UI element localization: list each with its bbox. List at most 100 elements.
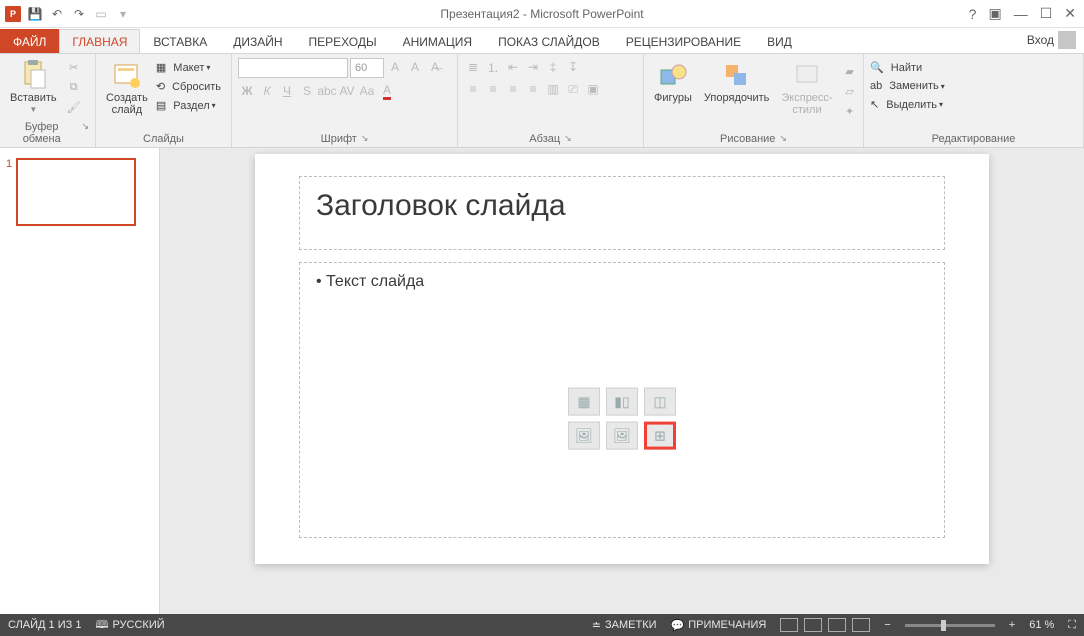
replace-button[interactable]: ab Заменить ▾	[870, 79, 945, 93]
font-color-icon[interactable]: A	[378, 82, 396, 100]
language-button[interactable]: 🕮РУССКИЙ	[95, 616, 164, 635]
char-spacing-icon[interactable]: AV	[338, 82, 356, 100]
redo-icon[interactable]: ↷	[70, 5, 88, 23]
tab-animations[interactable]: АНИМАЦИЯ	[390, 29, 485, 53]
ribbon-options-icon[interactable]: ▣	[988, 5, 1001, 22]
thumbnail-pane[interactable]: 1	[0, 148, 160, 614]
shapes-icon	[658, 60, 688, 90]
tab-design[interactable]: ДИЗАЙН	[220, 29, 295, 53]
italic-icon[interactable]: К	[258, 82, 276, 100]
maximize-icon[interactable]: ☐	[1040, 5, 1053, 22]
align-text-icon[interactable]: ⎚	[564, 80, 582, 98]
thumbnail-preview[interactable]	[16, 158, 136, 226]
zoom-level[interactable]: 61 %	[1029, 619, 1054, 631]
shadow-icon[interactable]: abc	[318, 82, 336, 100]
reading-view-icon[interactable]	[828, 618, 846, 632]
insert-picture-icon[interactable]: 🖼	[568, 422, 600, 450]
minimize-icon[interactable]: —	[1014, 6, 1028, 22]
drawing-launcher-icon[interactable]: ↘	[779, 133, 787, 145]
qat-more-icon[interactable]: ▾	[114, 5, 132, 23]
normal-view-icon[interactable]	[780, 618, 798, 632]
increase-indent-icon[interactable]: ⇥	[524, 58, 542, 76]
change-case-icon[interactable]: Aa	[358, 82, 376, 100]
align-right-icon[interactable]: ≡	[504, 80, 522, 98]
align-center-icon[interactable]: ≡	[484, 80, 502, 98]
undo-icon[interactable]: ↶	[48, 5, 66, 23]
insert-smartart-icon[interactable]: ◫	[644, 388, 676, 416]
paste-button[interactable]: Вставить ▼	[6, 58, 61, 117]
quick-styles-button[interactable]: Экспресс- стили	[777, 58, 836, 118]
format-painter-icon[interactable]: 🖌	[65, 98, 83, 116]
help-icon[interactable]: ?	[969, 6, 977, 22]
insert-video-icon[interactable]: ⊞	[644, 422, 676, 450]
numbering-icon[interactable]: ⒈	[484, 58, 502, 76]
title-placeholder[interactable]: Заголовок слайда	[299, 176, 945, 250]
bullets-icon[interactable]: ≣	[464, 58, 482, 76]
font-size-combo[interactable]: 60	[350, 58, 384, 78]
section-icon: ▤	[156, 99, 166, 112]
shape-effects-icon[interactable]: ✦	[841, 102, 859, 120]
slide-canvas-area[interactable]: Заголовок слайда • Текст слайда ▦ ▮▯ ◫ 🖼…	[160, 148, 1084, 614]
decrease-font-icon[interactable]: A	[406, 58, 424, 76]
strikethrough-icon[interactable]: S	[298, 82, 316, 100]
text-direction-icon[interactable]: ↧	[564, 58, 582, 76]
slide[interactable]: Заголовок слайда • Текст слайда ▦ ▮▯ ◫ 🖼…	[255, 154, 989, 564]
group-editing: 🔍 Найти ab Заменить ▾ ↖ Выделить ▾ Редак…	[864, 54, 1084, 147]
status-bar: СЛАЙД 1 ИЗ 1 🕮РУССКИЙ ≐ЗАМЕТКИ 💬ПРИМЕЧАН…	[0, 614, 1084, 636]
reset-button[interactable]: ⟲ Сбросить	[156, 79, 221, 94]
new-slide-button[interactable]: Создать слайд	[102, 58, 152, 118]
section-button[interactable]: ▤ Раздел ▾	[156, 98, 221, 113]
save-icon[interactable]: 💾	[26, 5, 44, 23]
justify-icon[interactable]: ≡	[524, 80, 542, 98]
slide-counter[interactable]: СЛАЙД 1 ИЗ 1	[8, 619, 81, 631]
slide-sorter-view-icon[interactable]	[804, 618, 822, 632]
font-family-combo[interactable]	[238, 58, 348, 78]
new-slide-icon	[112, 60, 142, 90]
slideshow-view-icon[interactable]	[852, 618, 870, 632]
zoom-in-icon[interactable]: +	[1009, 619, 1015, 631]
clipboard-launcher-icon[interactable]: ↘	[81, 121, 89, 145]
select-button[interactable]: ↖ Выделить ▾	[870, 97, 945, 112]
start-from-beginning-icon[interactable]: ▭	[92, 5, 110, 23]
tab-insert[interactable]: ВСТАВКА	[140, 29, 220, 53]
thumbnail-item[interactable]: 1	[6, 158, 153, 226]
decrease-indent-icon[interactable]: ⇤	[504, 58, 522, 76]
tab-transitions[interactable]: ПЕРЕХОДЫ	[296, 29, 390, 53]
find-button[interactable]: 🔍 Найти	[870, 60, 945, 75]
cut-icon[interactable]: ✂	[65, 58, 83, 76]
line-spacing-icon[interactable]: ‡	[544, 58, 562, 76]
paste-icon	[18, 60, 48, 90]
tab-home[interactable]: ГЛАВНАЯ	[59, 29, 140, 53]
clear-format-icon[interactable]: A̶	[426, 58, 444, 76]
bold-icon[interactable]: Ж	[238, 82, 256, 100]
smartart-icon[interactable]: ▣	[584, 80, 602, 98]
zoom-out-icon[interactable]: −	[884, 619, 890, 631]
fit-window-icon[interactable]: ⛶	[1068, 619, 1076, 632]
align-left-icon[interactable]: ≡	[464, 80, 482, 98]
increase-font-icon[interactable]: A	[386, 58, 404, 76]
user-icon	[1058, 31, 1076, 49]
comments-button[interactable]: 💬ПРИМЕЧАНИЯ	[671, 619, 767, 632]
insert-online-picture-icon[interactable]: 🖼	[606, 422, 638, 450]
insert-chart-icon[interactable]: ▮▯	[606, 388, 638, 416]
shape-outline-icon[interactable]: ▱	[841, 82, 859, 100]
body-placeholder[interactable]: • Текст слайда ▦ ▮▯ ◫ 🖼 🖼 ⊞	[299, 262, 945, 538]
tab-view[interactable]: ВИД	[754, 29, 805, 53]
sign-in[interactable]: Вход	[1019, 27, 1084, 53]
notes-button[interactable]: ≐ЗАМЕТКИ	[592, 619, 657, 632]
tab-review[interactable]: РЕЦЕНЗИРОВАНИЕ	[613, 29, 754, 53]
paragraph-launcher-icon[interactable]: ↘	[564, 133, 572, 145]
tab-slideshow[interactable]: ПОКАЗ СЛАЙДОВ	[485, 29, 613, 53]
underline-icon[interactable]: Ч	[278, 82, 296, 100]
copy-icon[interactable]: ⧉	[65, 78, 83, 96]
font-launcher-icon[interactable]: ↘	[361, 133, 369, 145]
zoom-slider[interactable]	[905, 624, 995, 627]
layout-button[interactable]: ▦ Макет ▾	[156, 60, 221, 75]
close-icon[interactable]: ✕	[1064, 5, 1076, 22]
insert-table-icon[interactable]: ▦	[568, 388, 600, 416]
arrange-button[interactable]: Упорядочить	[700, 58, 773, 106]
tab-file[interactable]: ФАЙЛ	[0, 29, 59, 53]
shapes-button[interactable]: Фигуры	[650, 58, 696, 106]
columns-icon[interactable]: ▥	[544, 80, 562, 98]
shape-fill-icon[interactable]: ▰	[841, 62, 859, 80]
